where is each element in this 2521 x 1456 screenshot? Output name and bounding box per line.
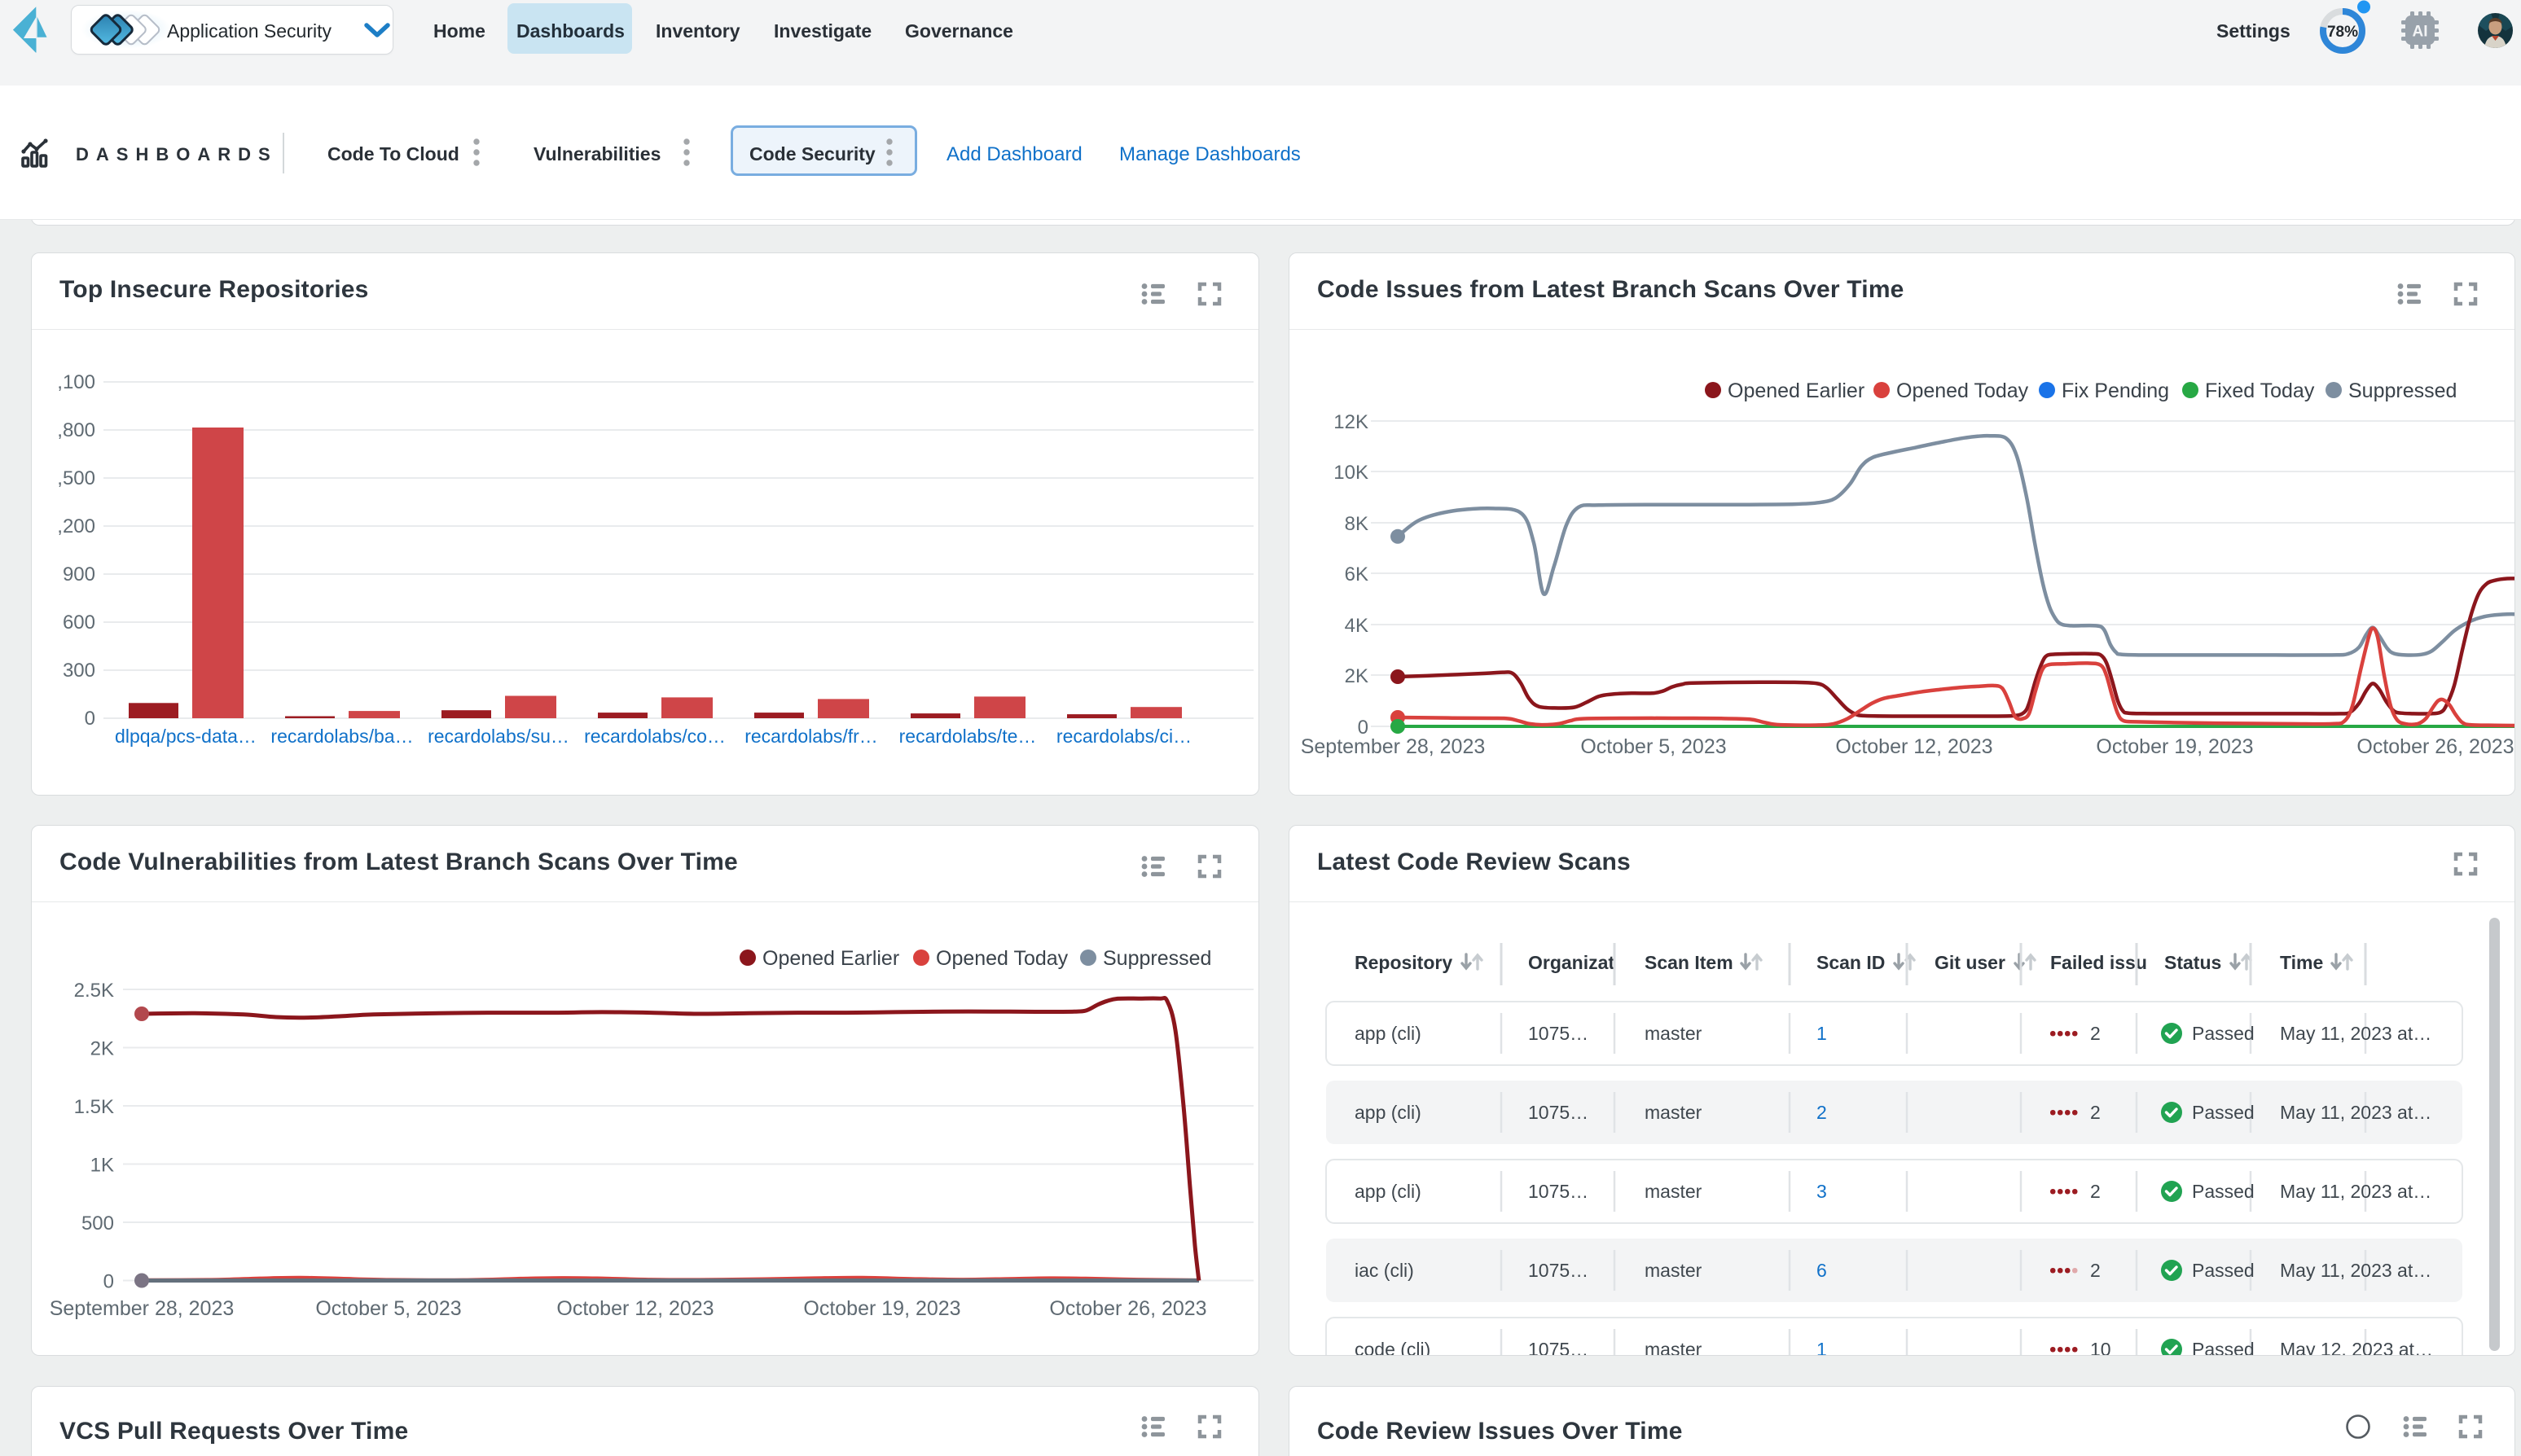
svg-text:300: 300: [63, 660, 95, 682]
svg-text:0: 0: [103, 1271, 114, 1293]
svg-text:,500: ,500: [57, 467, 95, 489]
svg-text:0: 0: [85, 708, 95, 730]
svg-text:May 11, 2023 at…: May 11, 2023 at…: [2280, 1181, 2431, 1202]
svg-text:app (cli): app (cli): [1355, 1023, 1421, 1044]
svg-text:September 28, 2023: September 28, 2023: [50, 1297, 235, 1320]
svg-text:8K: 8K: [1345, 513, 1368, 535]
svg-text:6: 6: [1816, 1260, 1827, 1281]
svg-text:Passed: Passed: [2192, 1102, 2255, 1123]
svg-text:2: 2: [2090, 1181, 2101, 1202]
svg-text:1075…: 1075…: [1528, 1260, 1588, 1281]
svg-text:,800: ,800: [57, 419, 95, 441]
svg-text:1: 1: [1816, 1023, 1827, 1044]
svg-text:Organizat: Organizat: [1528, 952, 1614, 973]
svg-text:May 11, 2023 at…: May 11, 2023 at…: [2280, 1023, 2431, 1044]
svg-text:1075…: 1075…: [1528, 1102, 1588, 1123]
svg-text:Opened Earlier: Opened Earlier: [1728, 379, 1864, 402]
svg-text:recardolabs/fr…: recardolabs/fr…: [744, 726, 878, 747]
svg-text:master: master: [1645, 1023, 1702, 1044]
svg-text:Fixed Today: Fixed Today: [2205, 379, 2315, 402]
svg-text:Scan ID: Scan ID: [1816, 952, 1885, 973]
svg-text:dlpqa/pcs-data…: dlpqa/pcs-data…: [115, 726, 257, 747]
svg-text:Passed: Passed: [2192, 1339, 2255, 1356]
svg-text:May 11, 2023 at…: May 11, 2023 at…: [2280, 1102, 2431, 1123]
svg-text:2: 2: [1816, 1102, 1827, 1123]
svg-text:Suppressed: Suppressed: [2348, 379, 2457, 402]
svg-text:6K: 6K: [1345, 564, 1368, 585]
svg-text:October 19, 2023: October 19, 2023: [2096, 735, 2253, 758]
svg-text:September 28, 2023: September 28, 2023: [1301, 735, 1486, 758]
svg-text:2: 2: [2090, 1260, 2101, 1281]
svg-text:600: 600: [63, 612, 95, 634]
svg-text:recardolabs/te…: recardolabs/te…: [899, 726, 1037, 747]
svg-text:Passed: Passed: [2192, 1181, 2255, 1202]
svg-text:May 12, 2023 at…: May 12, 2023 at…: [2280, 1339, 2433, 1356]
svg-text:October 5, 2023: October 5, 2023: [1580, 735, 1726, 758]
svg-text:2: 2: [2090, 1102, 2101, 1123]
svg-text:Opened Today: Opened Today: [1896, 379, 2029, 402]
svg-text:900: 900: [63, 564, 95, 585]
svg-text:,100: ,100: [57, 371, 95, 393]
svg-text:master: master: [1645, 1339, 1702, 1356]
svg-text:recardolabs/ci…: recardolabs/ci…: [1056, 726, 1192, 747]
svg-text:Passed: Passed: [2192, 1260, 2255, 1281]
svg-text:October 19, 2023: October 19, 2023: [803, 1297, 960, 1320]
svg-text:AI: AI: [2413, 24, 2428, 41]
svg-text:October 5, 2023: October 5, 2023: [315, 1297, 461, 1320]
svg-text:Status: Status: [2164, 952, 2221, 973]
svg-text:1075…: 1075…: [1528, 1181, 1588, 1202]
svg-text:Failed issu: Failed issu: [2050, 952, 2147, 973]
svg-text:code (cli): code (cli): [1355, 1339, 1430, 1356]
svg-text:October 12, 2023: October 12, 2023: [556, 1297, 714, 1320]
svg-text:12K: 12K: [1333, 411, 1368, 433]
svg-text:iac (cli): iac (cli): [1355, 1260, 1414, 1281]
svg-text:,200: ,200: [57, 515, 95, 537]
svg-text:Time: Time: [2280, 952, 2323, 973]
svg-text:app (cli): app (cli): [1355, 1181, 1421, 1202]
svg-text:78%: 78%: [2327, 24, 2358, 41]
svg-text:Opened Earlier: Opened Earlier: [762, 947, 899, 970]
svg-text:October 26, 2023: October 26, 2023: [2356, 735, 2514, 758]
svg-text:Opened Today: Opened Today: [936, 947, 1069, 970]
svg-text:10K: 10K: [1333, 462, 1368, 484]
svg-text:October 26, 2023: October 26, 2023: [1049, 1297, 1206, 1320]
svg-text:recardolabs/su…: recardolabs/su…: [428, 726, 569, 747]
svg-text:1075…: 1075…: [1528, 1023, 1588, 1044]
svg-text:1K: 1K: [90, 1155, 114, 1177]
svg-text:Suppressed: Suppressed: [1103, 947, 1211, 970]
svg-text:Git user: Git user: [1935, 952, 2005, 973]
svg-text:3: 3: [1816, 1181, 1827, 1202]
svg-text:recardolabs/ba…: recardolabs/ba…: [270, 726, 413, 747]
svg-text:master: master: [1645, 1181, 1702, 1202]
svg-text:1: 1: [1816, 1339, 1827, 1356]
svg-text:October 12, 2023: October 12, 2023: [1835, 735, 1992, 758]
svg-text:Fix Pending: Fix Pending: [2062, 379, 2169, 402]
svg-text:2: 2: [2090, 1023, 2101, 1044]
svg-text:master: master: [1645, 1260, 1702, 1281]
svg-text:May 11, 2023 at…: May 11, 2023 at…: [2280, 1260, 2431, 1281]
svg-text:Passed: Passed: [2192, 1023, 2255, 1044]
svg-text:1075…: 1075…: [1528, 1339, 1588, 1356]
svg-text:recardolabs/co…: recardolabs/co…: [584, 726, 726, 747]
svg-text:master: master: [1645, 1102, 1702, 1123]
svg-text:app (cli): app (cli): [1355, 1102, 1421, 1123]
svg-text:Scan Item: Scan Item: [1645, 952, 1733, 973]
svg-text:2K: 2K: [90, 1038, 114, 1060]
svg-text:10: 10: [2090, 1339, 2111, 1356]
svg-text:2K: 2K: [1345, 665, 1368, 687]
svg-text:2.5K: 2.5K: [74, 980, 114, 1002]
svg-text:500: 500: [81, 1213, 114, 1235]
svg-text:1.5K: 1.5K: [74, 1096, 114, 1118]
svg-text:Repository: Repository: [1355, 952, 1452, 973]
svg-text:4K: 4K: [1345, 615, 1368, 637]
